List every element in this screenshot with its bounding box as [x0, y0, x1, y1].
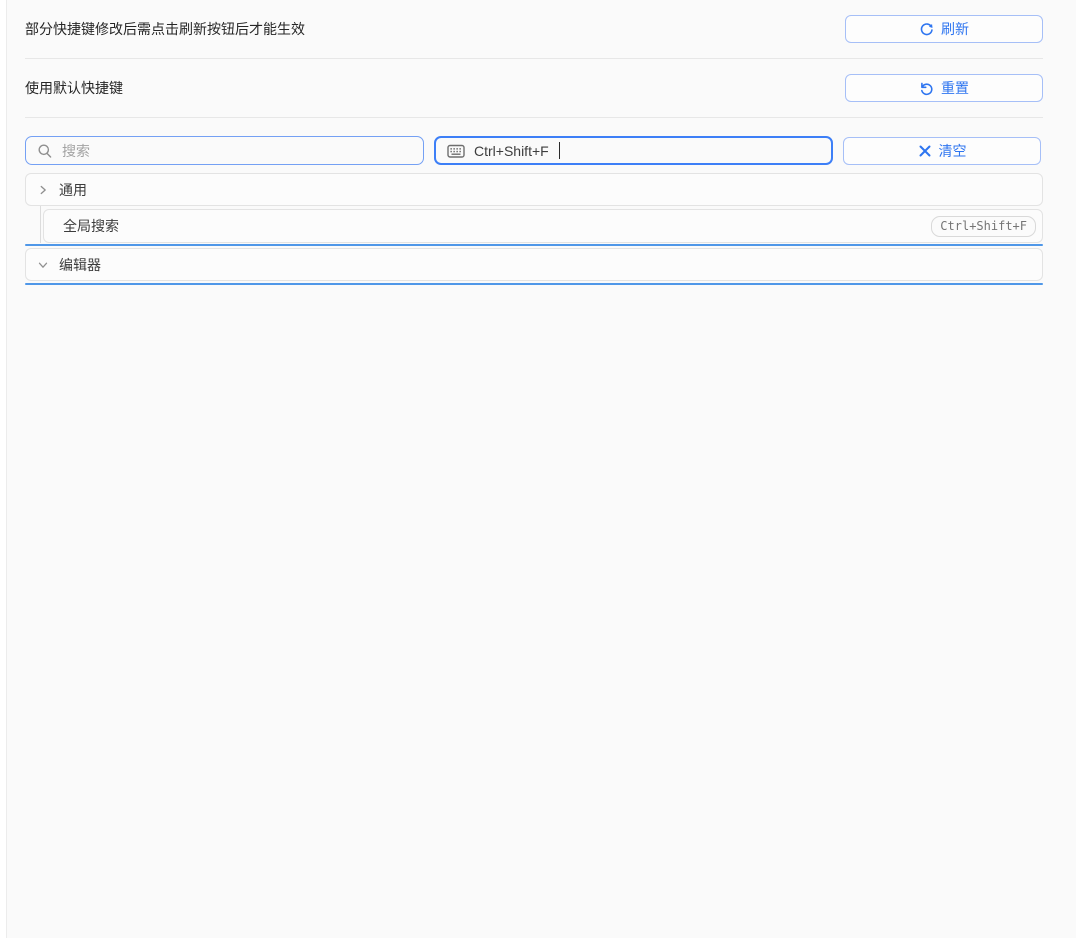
tree-group-general-label: 通用	[59, 181, 87, 198]
tree-group-editor[interactable]: 编辑器	[25, 248, 1043, 281]
refresh-icon	[919, 22, 934, 37]
clear-button[interactable]: 清空	[843, 136, 1041, 165]
chevron-down-icon[interactable]	[36, 258, 50, 272]
keyboard-icon	[447, 143, 465, 159]
undo-icon	[919, 81, 934, 96]
reset-button[interactable]: 重置	[845, 74, 1043, 102]
tree-group-editor-label: 编辑器	[59, 256, 101, 273]
close-icon	[918, 144, 932, 158]
shortcut-tree: 通用 全局搜索 Ctrl+Shift+F 编辑器	[25, 173, 1043, 285]
indent-guide	[40, 206, 41, 243]
chevron-right-icon[interactable]	[36, 183, 50, 197]
tree-item-global-search[interactable]: 全局搜索 Ctrl+Shift+F	[43, 209, 1043, 243]
shortcut-badge: Ctrl+Shift+F	[931, 215, 1036, 237]
search-input-box[interactable]	[25, 136, 424, 165]
highlight-line	[25, 244, 1043, 246]
search-input[interactable]	[62, 142, 412, 159]
clear-button-label: 清空	[938, 142, 967, 159]
highlight-line-bottom	[25, 283, 1043, 285]
text-caret	[558, 142, 560, 159]
default-shortcuts-text: 使用默认快捷键	[25, 80, 123, 96]
refresh-button-label: 刷新	[941, 21, 969, 37]
reset-button-label: 重置	[941, 80, 969, 96]
shortcut-settings-panel: 部分快捷键修改后需点击刷新按钮后才能生效 刷新 使用默认快捷键 重置 搜索 Ct…	[25, 0, 1043, 285]
tree-group-general-children: 全局搜索 Ctrl+Shift+F	[25, 206, 1043, 243]
refresh-notice-text: 部分快捷键修改后需点击刷新按钮后才能生效	[25, 21, 305, 37]
shortcut-capture-box[interactable]: Ctrl+Shift+F	[434, 136, 833, 165]
tree-item-global-search-label: 全局搜索	[63, 218, 119, 234]
filter-row: Ctrl+Shift+F 清空	[25, 136, 1043, 165]
refresh-notice-row: 部分快捷键修改后需点击刷新按钮后才能生效 刷新	[25, 0, 1043, 59]
tree-group-general[interactable]: 通用	[25, 173, 1043, 206]
default-shortcuts-row: 使用默认快捷键 重置	[25, 59, 1043, 118]
refresh-button[interactable]: 刷新	[845, 15, 1043, 43]
panel-left-edge	[0, 0, 7, 938]
search-icon	[37, 143, 53, 159]
shortcut-value: Ctrl+Shift+F	[474, 142, 549, 159]
